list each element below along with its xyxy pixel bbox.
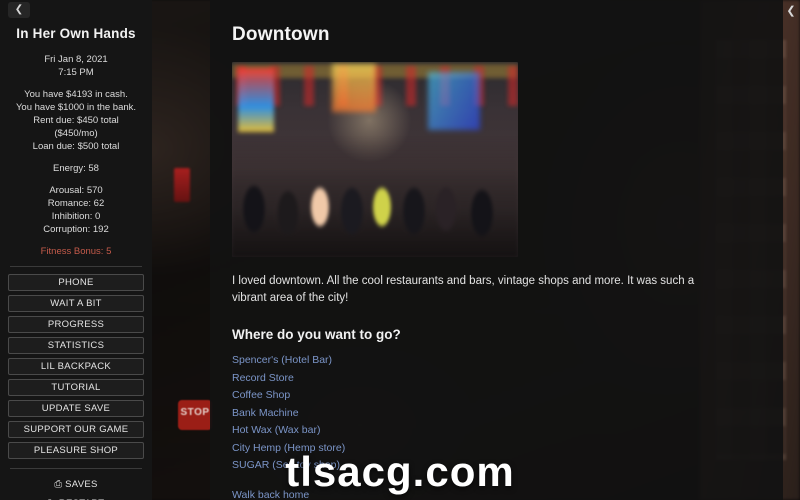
status-bank: You have $1000 in the bank. <box>15 102 137 113</box>
scene-photo <box>232 62 518 257</box>
game-window: STOP ❮ In Her Own Hands Fri Jan 8, 2021 … <box>0 0 800 500</box>
status-fitness-bonus: Fitness Bonus: 5 <box>40 246 112 257</box>
menu-item-phone[interactable]: PHONE <box>8 274 144 291</box>
status-cash: You have $4193 in cash. <box>24 89 128 100</box>
status-time: 7:15 PM <box>58 67 94 78</box>
menu-item-lil-backpack[interactable]: LIL BACKPACK <box>8 358 144 375</box>
destination-link-record-store[interactable]: Record Store <box>232 372 761 385</box>
destination-list: Spencer's (Hotel Bar) Record Store Coffe… <box>232 354 761 500</box>
back-arrow-icon[interactable]: ❮ <box>8 2 30 18</box>
sidebar-menu: PHONE WAIT A BIT PROGRESS STATISTICS LIL… <box>6 274 146 500</box>
photo-crowd <box>232 137 518 257</box>
photo-sign-left <box>238 68 274 132</box>
status-panel: Fri Jan 8, 2021 7:15 PM You have $4193 i… <box>6 53 146 236</box>
menu-item-saves[interactable]: ⎙ SAVES <box>8 477 144 492</box>
menu-item-tutorial[interactable]: TUTORIAL <box>8 379 144 396</box>
destination-link-bank-machine[interactable]: Bank Machine <box>232 407 761 420</box>
page-title: Downtown <box>232 24 330 45</box>
menu-item-pleasure-shop[interactable]: PLEASURE SHOP <box>8 442 144 459</box>
status-loan: Loan due: $500 total <box>32 141 120 152</box>
destination-link-city-hemp[interactable]: City Hemp (Hemp store) <box>232 442 761 455</box>
menu-item-progress[interactable]: PROGRESS <box>8 316 144 333</box>
destination-link-spencers[interactable]: Spencer's (Hotel Bar) <box>232 354 761 367</box>
destination-link-coffee-shop[interactable]: Coffee Shop <box>232 389 761 402</box>
status-arousal: Arousal: 570 <box>49 185 103 196</box>
sidebar-nav-bar: ❮ <box>6 0 146 20</box>
sidebar: ❮ In Her Own Hands Fri Jan 8, 2021 7:15 … <box>0 0 152 500</box>
photo-sign-center <box>332 64 376 112</box>
forward-arrow-icon[interactable]: ❮ <box>784 2 798 20</box>
destination-link-hot-wax[interactable]: Hot Wax (Wax bar) <box>232 424 761 437</box>
game-title: In Her Own Hands <box>16 26 136 41</box>
scene-question: Where do you want to go? <box>232 327 401 342</box>
menu-item-statistics[interactable]: STATISTICS <box>8 337 144 354</box>
status-energy: Energy: 58 <box>53 163 99 174</box>
destination-link-sugar[interactable]: SUGAR (Sex toy shop) <box>232 459 761 472</box>
status-date: Fri Jan 8, 2021 <box>44 54 108 65</box>
status-corruption: Corruption: 192 <box>43 224 109 235</box>
status-rent-monthly: ($450/mo) <box>54 128 98 139</box>
photo-sign-right <box>428 72 480 130</box>
sidebar-divider <box>10 266 142 267</box>
sidebar-menu-divider <box>10 468 142 469</box>
background-stop-sign-text: STOP <box>180 407 210 418</box>
status-romance: Romance: 62 <box>47 198 105 209</box>
travel-link-walk-home[interactable]: Walk back home <box>232 489 761 500</box>
menu-item-wait-a-bit[interactable]: WAIT A BIT <box>8 295 144 312</box>
menu-item-support-our-game[interactable]: SUPPORT OUR GAME <box>8 421 144 438</box>
status-rent: Rent due: $450 total <box>33 115 119 126</box>
scene-description: I loved downtown. All the cool restauran… <box>232 275 695 304</box>
background-sign <box>174 168 190 202</box>
menu-item-update-save[interactable]: UPDATE SAVE <box>8 400 144 417</box>
menu-item-restart[interactable]: ↻ RESTART <box>8 496 144 500</box>
status-inhibition: Inhibition: 0 <box>51 211 101 222</box>
scene-panel: Downtown I loved downtown. All the cool … <box>210 0 783 500</box>
